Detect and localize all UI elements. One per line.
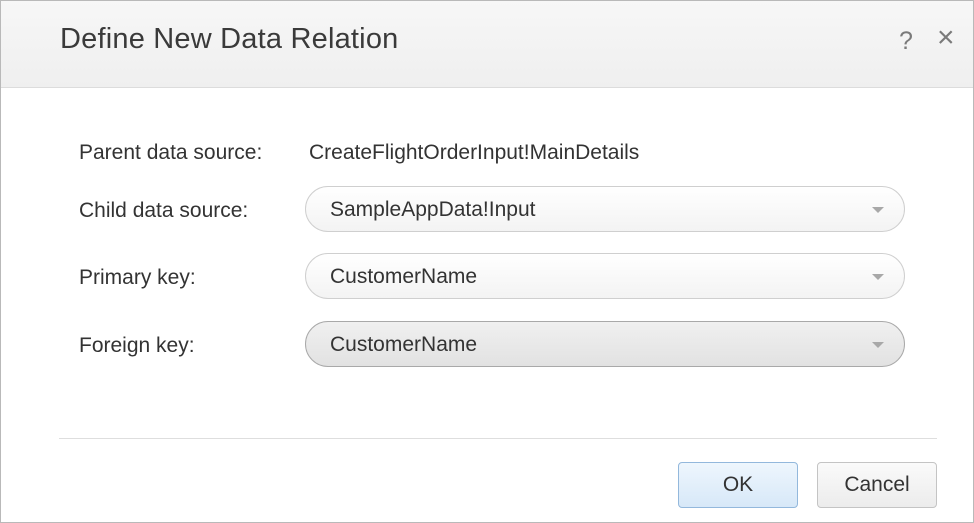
chevron-down-icon (872, 274, 884, 280)
dialog-titlebar: Define New Data Relation ? × (1, 1, 973, 88)
parent-source-value: CreateFlightOrderInput!MainDetails (309, 141, 640, 164)
close-icon[interactable]: × (937, 23, 955, 53)
foreign-key-value: CustomerName (330, 333, 478, 356)
ok-button[interactable]: OK (678, 462, 798, 508)
parent-source-label: Parent data source: (79, 141, 263, 164)
primary-key-label: Primary key: (79, 266, 196, 289)
footer-divider (59, 438, 937, 439)
child-source-dropdown[interactable]: SampleAppData!Input (305, 186, 905, 232)
foreign-key-label: Foreign key: (79, 334, 195, 357)
chevron-down-icon (872, 342, 884, 348)
dialog-title: Define New Data Relation (60, 23, 399, 55)
primary-key-dropdown[interactable]: CustomerName (305, 253, 905, 299)
child-source-label: Child data source: (79, 199, 249, 222)
child-source-value: SampleAppData!Input (330, 198, 536, 221)
primary-key-value: CustomerName (330, 265, 478, 288)
help-icon[interactable]: ? (899, 27, 913, 56)
cancel-button[interactable]: Cancel (817, 462, 937, 508)
define-data-relation-dialog: Define New Data Relation ? × Parent data… (0, 0, 974, 523)
foreign-key-dropdown[interactable]: CustomerName (305, 321, 905, 367)
chevron-down-icon (872, 207, 884, 213)
